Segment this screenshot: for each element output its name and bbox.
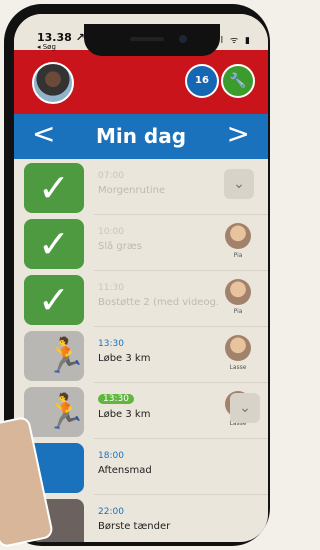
list-item[interactable]: 18:00 Aftensmad [14,439,268,495]
notch [84,24,220,56]
item-title: Løbe 3 km [98,353,151,364]
assignee: Pia [221,279,255,323]
item-title: Bostøtte 2 (med videog... [98,297,218,308]
item-title: Aftensmad [98,465,152,476]
back-link[interactable]: ◂ Søg [37,43,56,51]
next-day-button[interactable]: > [227,120,250,148]
assignee-name: Pia [233,308,243,315]
wrench-icon[interactable]: 🔧 [221,64,255,98]
checkmark-icon: ✓ [24,275,84,325]
activity-list: ✓ 07:00 Morgenrutine ⌄ ✓ 10:00 Slå græs … [14,159,268,542]
chevron-down-icon[interactable]: ⌄ [224,169,254,199]
list-item[interactable]: 🏃 13:30 Løbe 3 km Lasse ⌄ [14,383,268,439]
assignee-name: Pia [233,252,243,259]
checkmark-icon: ✓ [24,163,84,213]
assignee-name: Lasse [229,364,247,371]
phone-frame: 13.38 ↗ ◂ Søg ııl ᯤ ▮ 16 🔧 < Min dag > ✓… [4,4,270,546]
item-title: Morgenrutine [98,185,166,196]
running-person-icon: 🏃 [24,387,86,437]
app-screen: 13.38 ↗ ◂ Søg ııl ᯤ ▮ 16 🔧 < Min dag > ✓… [14,14,268,542]
avatar [225,223,251,249]
avatar[interactable] [32,62,74,104]
list-item[interactable]: 🏃 13:30 Løbe 3 km Lasse [14,327,268,383]
avatar [225,335,251,361]
avatar [225,279,251,305]
assignee: Lasse [221,335,255,379]
item-title: Børste tænder [98,521,171,532]
list-item[interactable]: 22:00 Børste tænder [14,495,268,542]
date-navigation: < Min dag > [14,114,268,159]
chevron-down-icon[interactable]: ⌄ [230,393,260,423]
item-time: 13:30 [98,339,124,349]
running-person-icon: 🏃 [24,331,86,381]
item-time: 18:00 [98,451,124,461]
assignee: Pia [221,223,255,267]
app-header: 16 🔧 [14,50,268,114]
calendar-button[interactable]: 16 [185,64,219,98]
item-time: 07:00 [98,171,124,181]
checkmark-icon: ✓ [24,219,84,269]
front-camera [179,35,187,43]
item-title: Løbe 3 km [98,409,151,420]
list-item[interactable]: ✓ 11:30 Bostøtte 2 (med videog... Pia [14,271,268,327]
item-title: Slå græs [98,241,142,252]
item-time-badge: 13:30 [98,394,134,404]
speaker [130,37,164,41]
list-item[interactable]: ✓ 10:00 Slå græs Pia [14,215,268,271]
item-time: 10:00 [98,227,124,237]
list-item[interactable]: ✓ 07:00 Morgenrutine ⌄ [14,159,268,215]
item-time: 11:30 [98,283,124,293]
item-time: 22:00 [98,507,124,517]
